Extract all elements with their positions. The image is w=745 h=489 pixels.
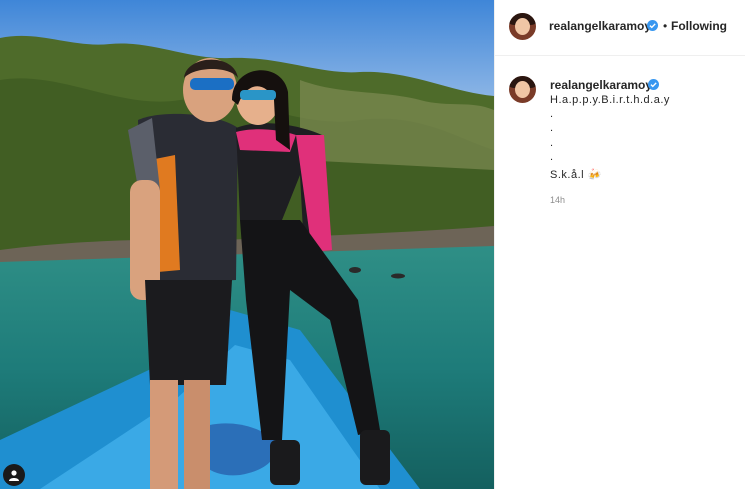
caption-line: . bbox=[550, 137, 554, 149]
header-username[interactable]: realangelkaramoy bbox=[549, 19, 651, 33]
caption-line: H.a.p.p.y.B.i.r.t.h.d.a.y bbox=[550, 94, 670, 106]
post-timestamp[interactable]: 14h bbox=[550, 195, 565, 205]
caption-line: . bbox=[550, 108, 554, 120]
photo-scene bbox=[0, 0, 494, 489]
verified-badge-icon bbox=[647, 20, 658, 31]
caption-line: . bbox=[550, 151, 554, 163]
user-tag-button[interactable] bbox=[3, 464, 25, 486]
user-tag-icon bbox=[9, 470, 19, 481]
verified-badge-icon bbox=[648, 79, 659, 90]
caption-line: . bbox=[550, 122, 554, 134]
caption-line: S.k.å.l 🍻 bbox=[550, 169, 602, 181]
header-avatar[interactable] bbox=[509, 13, 536, 40]
caption-username[interactable]: realangelkaramoy bbox=[550, 78, 652, 92]
post-side-panel: realangelkaramoy • Following realangelka… bbox=[494, 0, 745, 489]
caption-avatar[interactable] bbox=[509, 76, 536, 103]
post-photo[interactable] bbox=[0, 0, 494, 489]
post-header: realangelkaramoy • Following bbox=[495, 0, 745, 56]
following-button[interactable]: Following bbox=[671, 19, 727, 33]
header-separator: • bbox=[663, 19, 668, 33]
